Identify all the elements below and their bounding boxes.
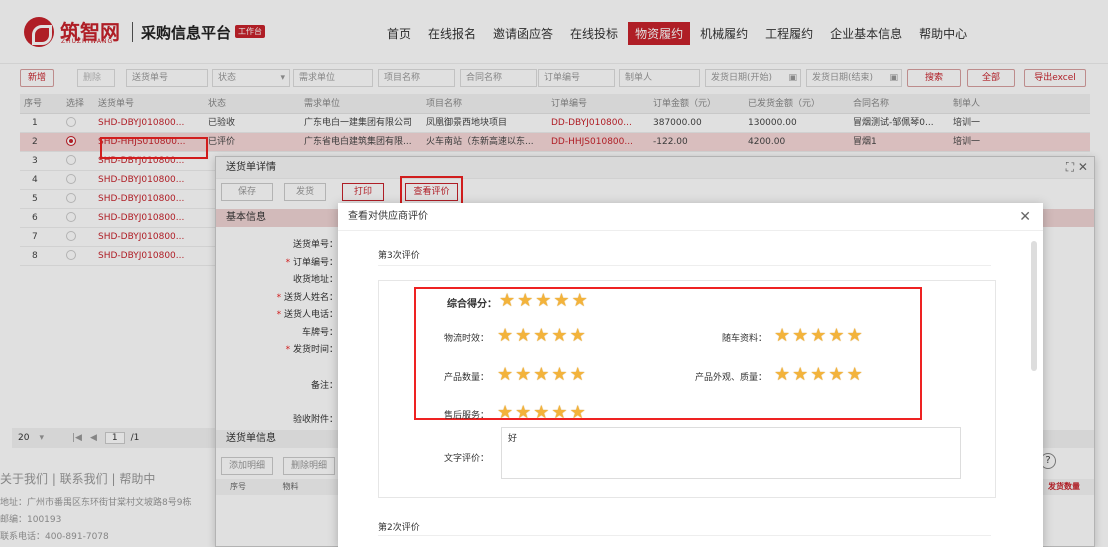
quantity-label: 产品数量：	[443, 373, 489, 383]
round-2-title: 第2次评价	[378, 523, 420, 533]
star-icon: ★	[533, 364, 550, 385]
star-icon: ★	[569, 402, 586, 423]
logistics-label: 物流时效：	[443, 334, 489, 344]
overall-score-label: 综合得分：	[447, 299, 497, 310]
text-review-box: 好	[501, 427, 961, 479]
review-dialog-title: 查看对供应商评价	[338, 203, 1043, 231]
star-icon: ★	[846, 325, 863, 346]
star-icon: ★	[792, 325, 809, 346]
star-icon: ★	[828, 364, 845, 385]
dialog-scrollbar[interactable]	[1031, 241, 1037, 371]
star-icon: ★	[499, 290, 516, 311]
star-icon: ★	[535, 290, 552, 311]
star-icon: ★	[810, 325, 827, 346]
divider	[378, 535, 991, 536]
star-icon: ★	[533, 402, 550, 423]
star-icon: ★	[774, 364, 791, 385]
star-icon: ★	[551, 325, 568, 346]
star-icon: ★	[515, 325, 532, 346]
star-icon: ★	[569, 325, 586, 346]
star-icon: ★	[533, 325, 550, 346]
logistics-stars: ★ ★ ★ ★ ★	[497, 327, 588, 345]
close-icon[interactable]: ✕	[1019, 209, 1031, 225]
after-sales-label: 售后服务：	[443, 411, 489, 421]
text-review-label: 文字评价：	[443, 454, 489, 464]
supplier-review-dialog: 查看对供应商评价 ✕ 第3次评价 综合得分： ★ ★ ★ ★ ★ 物流时效： ★ ★ ★ ★ ★…	[338, 203, 1043, 547]
star-icon: ★	[517, 290, 534, 311]
divider	[378, 265, 991, 266]
star-icon: ★	[551, 402, 568, 423]
star-icon: ★	[774, 325, 791, 346]
star-icon: ★	[551, 364, 568, 385]
round-3-title: 第3次评价	[378, 251, 420, 261]
overall-score-stars: ★ ★ ★ ★ ★	[499, 292, 590, 310]
star-icon: ★	[792, 364, 809, 385]
star-icon: ★	[497, 364, 514, 385]
star-icon: ★	[810, 364, 827, 385]
review-card: 综合得分： ★ ★ ★ ★ ★ 物流时效： ★ ★ ★ ★ ★ 随车资料： ★ ★ ★ ★ ★ 产品数量…	[378, 280, 996, 498]
star-icon: ★	[846, 364, 863, 385]
star-icon: ★	[571, 290, 588, 311]
star-icon: ★	[553, 290, 570, 311]
star-icon: ★	[515, 364, 532, 385]
appearance-quality-label: 产品外观、质量：	[694, 373, 767, 383]
quantity-stars: ★ ★ ★ ★ ★	[497, 366, 588, 384]
documents-stars: ★ ★ ★ ★ ★	[774, 327, 865, 345]
star-icon: ★	[497, 402, 514, 423]
after-sales-stars: ★ ★ ★ ★ ★	[497, 404, 588, 422]
star-icon: ★	[497, 325, 514, 346]
star-icon: ★	[515, 402, 532, 423]
appearance-quality-stars: ★ ★ ★ ★ ★	[774, 366, 865, 384]
documents-label: 随车资料：	[721, 334, 767, 344]
star-icon: ★	[828, 325, 845, 346]
star-icon: ★	[569, 364, 586, 385]
